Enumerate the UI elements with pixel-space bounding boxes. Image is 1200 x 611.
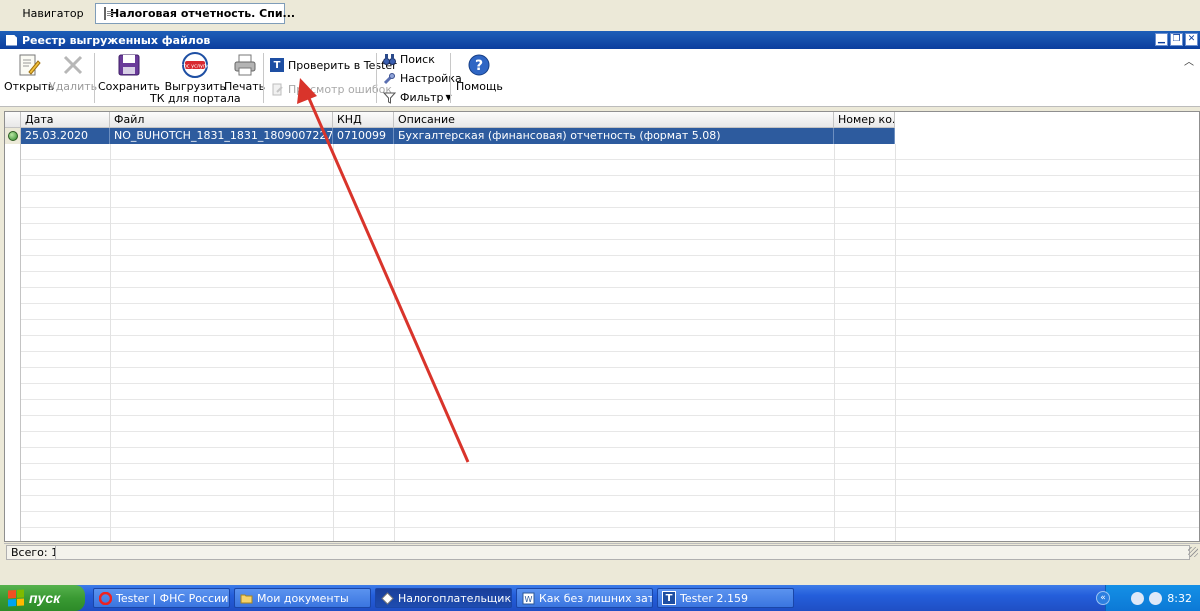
tab-tax-reports-label: Налоговая отчетность. Спи... (110, 7, 296, 20)
resize-grip-icon[interactable] (1188, 547, 1198, 557)
grid-lines (21, 144, 1199, 541)
system-tray: « 8:32 (1096, 585, 1200, 611)
check-tester-label: Проверить в Tester (288, 58, 397, 72)
delete-button[interactable]: Удалить (49, 51, 97, 93)
toolbar-divider (450, 53, 451, 103)
collapse-ribbon-icon[interactable]: ︿ (1184, 53, 1194, 68)
start-button[interactable]: пуск (0, 585, 85, 611)
restore-icon[interactable]: ❐ (1170, 33, 1183, 46)
svg-text:W: W (524, 595, 532, 604)
taskbar-item-label: Налогоплательщик ... (398, 591, 512, 605)
cell-knd[interactable]: 0710099 (333, 128, 394, 144)
row-status-cell[interactable] (5, 128, 21, 144)
gosuslugi-badge-text: гос услуги (181, 64, 209, 70)
windows-logo-icon (8, 589, 24, 607)
files-table: Дата Файл КНД Описание Номер ко... 25.03… (4, 111, 1200, 542)
status-panel (55, 545, 1190, 560)
cell-date[interactable]: 25.03.2020 (21, 128, 110, 144)
window-title-bar: Реестр выгруженных файлов ▁ ❐ ✕ (0, 31, 1200, 49)
wrench-icon (382, 71, 396, 85)
column-header-file[interactable]: Файл (110, 112, 333, 128)
column-header-knd[interactable]: КНД (333, 112, 394, 128)
open-button[interactable]: Открыть (4, 51, 54, 93)
opera-icon (98, 591, 112, 605)
close-icon[interactable]: ✕ (1185, 33, 1198, 46)
taskbar-item-word-document[interactable]: W Как без лишних зат... (516, 588, 653, 608)
delete-icon (59, 51, 87, 79)
volume-icon[interactable] (1149, 591, 1163, 605)
view-errors-button[interactable]: Просмотр ошибок (270, 82, 392, 96)
search-label: Поиск (400, 52, 435, 66)
export-label-line2: ТК для портала (150, 92, 241, 105)
print-label: Печать (224, 80, 266, 93)
minimize-icon[interactable]: ▁ (1155, 33, 1168, 46)
grid-column-line (333, 144, 334, 541)
funnel-icon (382, 90, 396, 104)
toolbar-divider (376, 53, 377, 103)
tester-icon: T (662, 591, 676, 605)
taskbar-item-taxpayer[interactable]: Налогоплательщик ... (375, 588, 512, 608)
error-log-icon (270, 82, 284, 96)
tester-icon: T (270, 58, 284, 72)
network-icon[interactable] (1131, 591, 1145, 605)
taskbar-item-label: Как без лишних зат... (539, 591, 653, 605)
taxpayer-app-icon (380, 591, 394, 605)
taskbar-item-my-documents[interactable]: Мои документы (234, 588, 371, 608)
tab-navigator[interactable]: Навигатор (18, 3, 88, 24)
clock[interactable]: 8:32 (1167, 592, 1192, 605)
svg-text:?: ? (475, 58, 483, 74)
row-indicator-column (5, 144, 21, 541)
cell-number[interactable] (834, 128, 895, 144)
start-label: пуск (29, 590, 61, 606)
help-label: Помощь (456, 80, 503, 93)
open-label: Открыть (4, 80, 55, 93)
search-button[interactable]: Поиск (382, 52, 435, 66)
cell-file[interactable]: NO_BUHOTCH_1831_1831_180900722718310... (110, 128, 333, 144)
check-tester-button[interactable]: T Проверить в Tester (270, 58, 397, 72)
window-title: Реестр выгруженных файлов (22, 33, 211, 47)
floppy-icon (115, 51, 143, 79)
taskbar-item-tester-browser[interactable]: Tester | ФНС России ... (93, 588, 230, 608)
taskbar-item-tester-app[interactable]: T Tester 2.159 (657, 588, 794, 608)
taskbar: пуск Tester | ФНС России ... Мои докумен… (0, 585, 1200, 611)
taskbar-item-label: Tester 2.159 (680, 591, 748, 605)
open-icon (15, 51, 43, 79)
toolbar-divider (263, 53, 264, 103)
delete-label: Удалить (49, 80, 98, 93)
folder-icon (239, 591, 253, 605)
window-controls: ▁ ❐ ✕ (1155, 33, 1198, 46)
grid-column-line (110, 144, 111, 541)
column-header-date[interactable]: Дата (21, 112, 110, 128)
status-ok-icon (7, 131, 18, 141)
printer-icon (231, 51, 259, 79)
taskbar-item-label: Мои документы (257, 591, 349, 605)
help-icon: ? (465, 51, 493, 79)
show-hidden-icons-icon[interactable]: « (1096, 591, 1110, 605)
column-header-number[interactable]: Номер ко... (834, 112, 895, 128)
document-tab-bar: Навигатор Налоговая отчетность. Спи... (0, 0, 1200, 28)
filter-label: Фильтр (400, 90, 444, 104)
window-icon (6, 34, 17, 46)
filter-button[interactable]: Фильтр ▼ (382, 90, 452, 104)
table-header: Дата Файл КНД Описание Номер ко... (5, 112, 1199, 128)
help-button[interactable]: ? Помощь (456, 51, 503, 93)
print-button[interactable]: Печать (224, 51, 265, 93)
toolbar-divider (94, 53, 95, 103)
document-icon (104, 7, 113, 20)
gosuslugi-icon: гос услуги (181, 51, 209, 79)
settings-label: Настройка (400, 71, 462, 85)
binoculars-icon (382, 52, 396, 66)
cell-description[interactable]: Бухгалтерская (финансовая) отчетность (ф… (394, 128, 834, 144)
grid-column-line (834, 144, 835, 541)
taskbar-item-label: Tester | ФНС России ... (116, 591, 230, 605)
row-indicator-header (5, 112, 21, 128)
toolbar: Открыть Удалить Сохранить гос услуги Выг… (0, 49, 1200, 107)
column-header-description[interactable]: Описание (394, 112, 834, 128)
word-icon: W (521, 591, 535, 605)
grid-column-line (394, 144, 395, 541)
grid-column-line (895, 144, 896, 541)
tab-tax-reports[interactable]: Налоговая отчетность. Спи... (95, 3, 295, 24)
status-bar: Всего: 1 (4, 543, 1200, 561)
